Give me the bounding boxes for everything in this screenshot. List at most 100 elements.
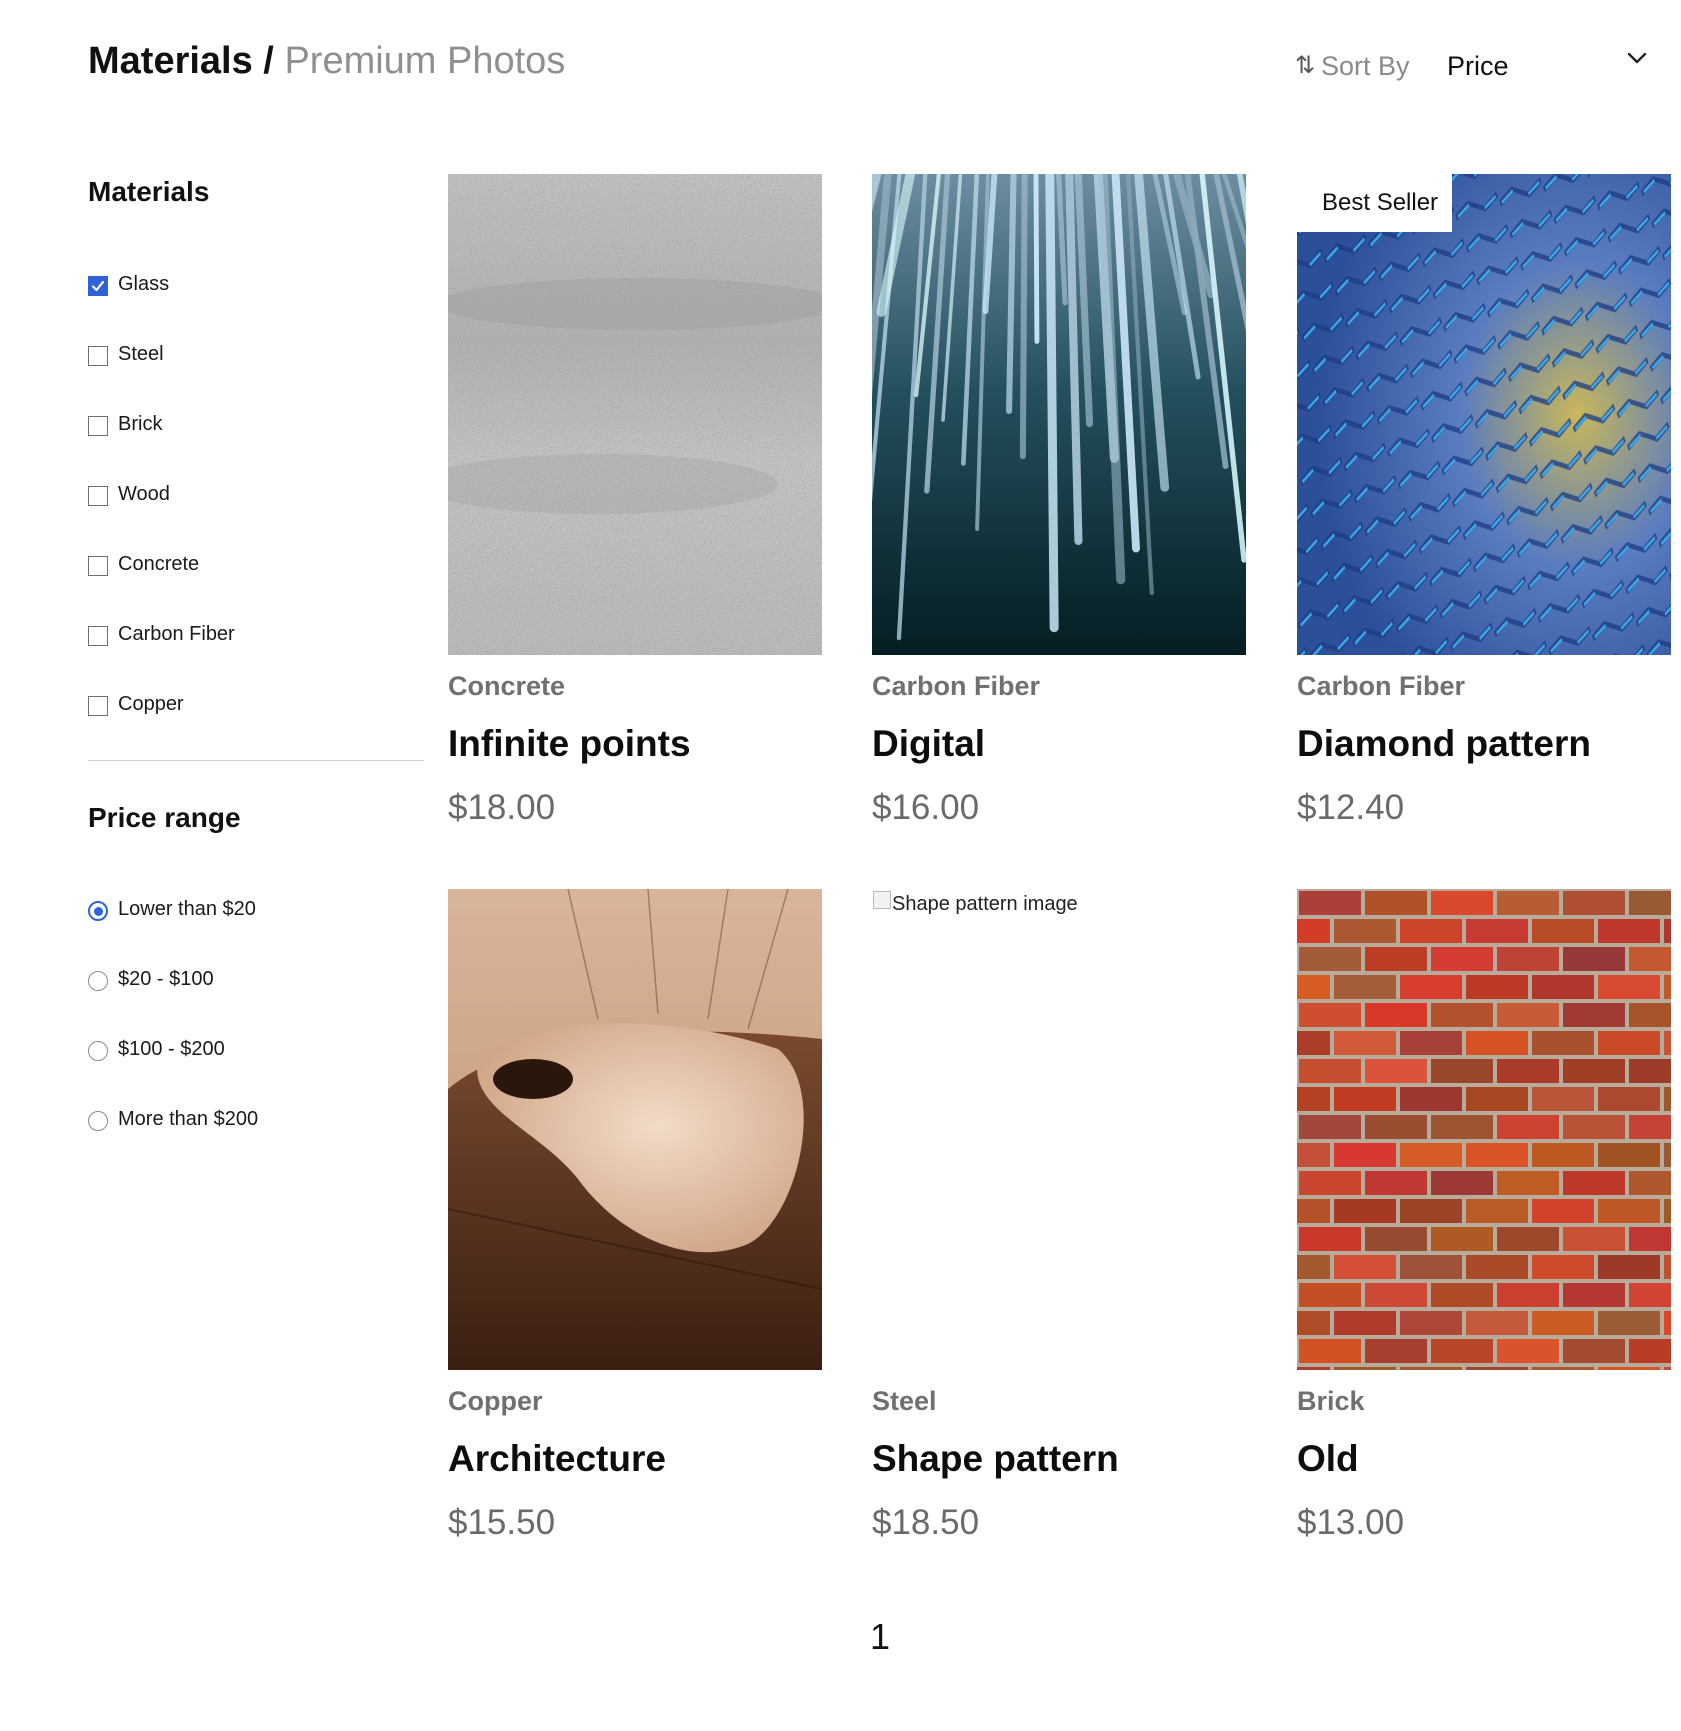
brick <box>1365 1227 1427 1251</box>
brick <box>1431 1003 1493 1027</box>
brick <box>1563 1115 1625 1139</box>
brick <box>1497 1227 1559 1251</box>
filter-brick[interactable]: Brick <box>88 409 408 439</box>
brick <box>1299 1227 1361 1251</box>
checkbox[interactable] <box>88 556 108 576</box>
radio[interactable] <box>88 971 108 991</box>
filter-label: Copper <box>118 693 184 715</box>
sort-arrows-icon: ⇅ <box>1295 52 1316 79</box>
pagination-page-1[interactable]: 1 <box>860 1616 900 1660</box>
price-more-than-200[interactable]: More than $200 <box>88 1104 408 1134</box>
product-image-shape-pattern[interactable]: Shape pattern image <box>872 889 1246 1370</box>
broken-image: Shape pattern image <box>872 889 1172 919</box>
best-seller-badge: Best Seller <box>1297 174 1452 232</box>
brick <box>1365 1003 1427 1027</box>
checkbox[interactable] <box>88 486 108 506</box>
brick <box>1400 1143 1462 1167</box>
product-price: $12.40 <box>1297 788 1405 827</box>
brick <box>1365 1115 1427 1139</box>
brick <box>1664 975 1671 999</box>
product-price: $16.00 <box>872 788 980 827</box>
light-rod <box>1019 174 1028 460</box>
product-category: Concrete <box>448 671 566 701</box>
filter-label: Wood <box>118 483 170 505</box>
filter-copper[interactable]: Copper <box>88 689 408 719</box>
filter-wood[interactable]: Wood <box>88 479 408 509</box>
brick <box>1532 1199 1594 1223</box>
bricks <box>1297 891 1671 1370</box>
page-header: Materials / Premium Photos ⇅ Sort By Pri… <box>88 38 1655 88</box>
brick <box>1532 1143 1594 1167</box>
checkbox[interactable] <box>88 696 108 716</box>
brick <box>1431 1171 1493 1195</box>
price-20-100[interactable]: $20 - $100 <box>88 964 408 994</box>
brick <box>1532 975 1594 999</box>
brick <box>1297 1367 1330 1370</box>
sidebar-divider <box>88 760 424 761</box>
brick <box>1532 1031 1594 1055</box>
brick <box>1334 1199 1396 1223</box>
product-name[interactable]: Infinite points <box>448 723 691 765</box>
brick <box>1297 919 1330 943</box>
price-label: $100 - $200 <box>118 1038 225 1060</box>
filter-glass[interactable]: Glass <box>88 269 408 299</box>
product-name[interactable]: Old <box>1297 1438 1359 1480</box>
brick <box>1297 1031 1330 1055</box>
brick <box>1497 947 1559 971</box>
product-category: Carbon Fiber <box>872 671 1041 701</box>
brick <box>1598 1031 1660 1055</box>
brick <box>1431 1227 1493 1251</box>
broken-image-icon <box>873 891 891 909</box>
brick <box>1532 1311 1594 1335</box>
sort-select[interactable]: Price <box>1447 44 1655 84</box>
filter-label: Glass <box>118 273 170 295</box>
checkbox-checked[interactable] <box>88 276 108 296</box>
radio[interactable] <box>88 1111 108 1131</box>
checkbox[interactable] <box>88 626 108 646</box>
brick <box>1664 1311 1671 1335</box>
brick <box>1431 947 1493 971</box>
radio-selected[interactable] <box>88 901 108 921</box>
brick <box>1598 1143 1660 1167</box>
filter-carbon-fiber[interactable]: Carbon Fiber <box>88 619 408 649</box>
brick <box>1466 1199 1528 1223</box>
brick <box>1664 1143 1671 1167</box>
brick <box>1297 1255 1330 1279</box>
filter-steel[interactable]: Steel <box>88 339 408 369</box>
brick <box>1334 1087 1396 1111</box>
product-name[interactable]: Diamond pattern <box>1297 723 1591 765</box>
product-image-digital[interactable] <box>872 174 1246 655</box>
brick <box>1334 919 1396 943</box>
brick <box>1400 919 1462 943</box>
brick <box>1563 947 1625 971</box>
checkbox[interactable] <box>88 416 108 436</box>
breadcrumb-materials[interactable]: Materials / <box>88 40 274 82</box>
brick <box>1299 1115 1361 1139</box>
product-name[interactable]: Shape pattern <box>872 1438 1119 1480</box>
product-name[interactable]: Architecture <box>448 1438 666 1480</box>
price-lower-than-20[interactable]: Lower than $20 <box>88 894 408 924</box>
brick-wall-image <box>1297 889 1671 1370</box>
brick <box>1598 1087 1660 1111</box>
product-image-architecture[interactable] <box>448 889 822 1370</box>
product-price: $18.50 <box>872 1503 980 1542</box>
brick <box>1299 1339 1361 1363</box>
sort-control: ⇅ Sort By Price <box>1295 44 1655 84</box>
product-price: $13.00 <box>1297 1503 1405 1542</box>
price-100-200[interactable]: $100 - $200 <box>88 1034 408 1064</box>
brick <box>1466 1367 1528 1370</box>
brick <box>1532 919 1594 943</box>
page-title: Materials / Premium Photos <box>88 40 565 83</box>
brick <box>1497 1115 1559 1139</box>
brick <box>1664 919 1671 943</box>
brick <box>1431 1339 1493 1363</box>
product-name[interactable]: Digital <box>872 723 985 765</box>
radio[interactable] <box>88 1041 108 1061</box>
product-image-diamond-pattern[interactable]: Best Seller <box>1297 174 1671 655</box>
brick <box>1563 1283 1625 1307</box>
filter-label: Brick <box>118 413 163 435</box>
checkbox[interactable] <box>88 346 108 366</box>
filter-concrete[interactable]: Concrete <box>88 549 408 579</box>
product-image-concrete[interactable] <box>448 174 822 655</box>
product-image-old[interactable] <box>1297 889 1671 1370</box>
